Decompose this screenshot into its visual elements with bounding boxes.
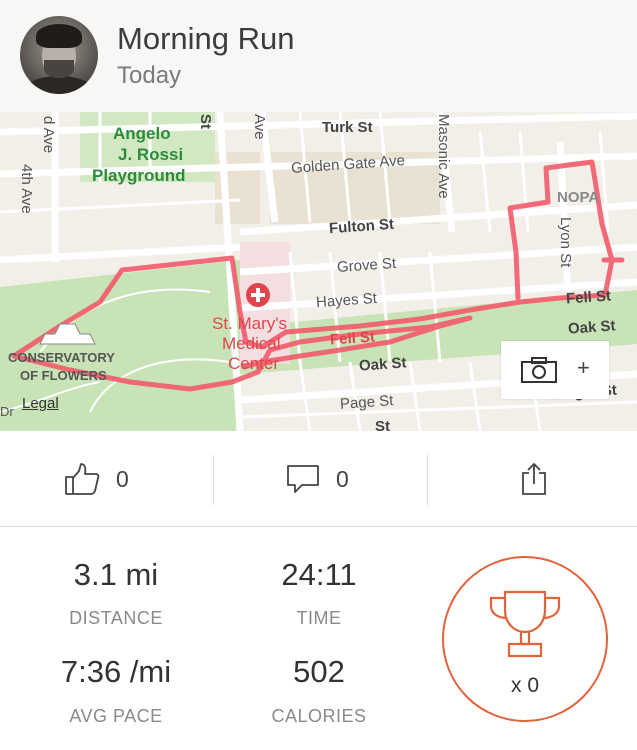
plus-icon: + — [577, 355, 590, 380]
distance-label: DISTANCE — [69, 608, 163, 628]
map-label-masonic: Masonic Ave — [435, 114, 452, 199]
achievements-button[interactable]: x 0 — [442, 556, 608, 722]
share-button[interactable] — [521, 461, 547, 497]
activity-date: Today — [117, 62, 182, 89]
activity-title: Morning Run — [117, 21, 295, 56]
map-label-turk: Turk St — [322, 119, 373, 136]
map-label-nopa: NOPA — [557, 189, 600, 206]
add-photo-button[interactable]: + — [501, 341, 609, 399]
map-label-conservatory-2: OF FLOWERS — [20, 368, 107, 383]
share-icon — [522, 462, 546, 495]
avatar[interactable] — [20, 16, 98, 94]
map-label-hospital-3: Center — [228, 354, 280, 373]
map-label-fell-right: Fell St — [565, 287, 612, 308]
actions-divider-2 — [427, 455, 428, 505]
thumbs-up-icon — [65, 463, 100, 495]
map-label-fell-left: Fell St — [329, 328, 376, 349]
calories-label: CALORIES — [271, 706, 367, 726]
actions-bar: 0 0 — [0, 431, 637, 527]
map-label-oak-right: Oak St — [567, 317, 617, 338]
avatar-shoulders — [24, 76, 94, 94]
map-legal-link[interactable]: Legal — [22, 395, 59, 412]
map-label-d-ave: d Ave — [40, 116, 57, 154]
map-label-lyon: Lyon St — [557, 217, 574, 268]
map-label-playground-1: Angelo — [113, 124, 171, 143]
map-label-oak-center: Oak St — [358, 354, 408, 375]
route-map[interactable]: d Ave 4th Ave Angelo J. Rossi Playground… — [0, 112, 637, 431]
trophy-icon — [489, 590, 561, 658]
kudos-button[interactable]: 0 — [64, 461, 129, 497]
map-label-4th-ave: 4th Ave — [18, 164, 35, 214]
map-label-st: St — [197, 114, 214, 129]
camera-icon — [521, 357, 557, 383]
avatar-hair — [36, 24, 82, 48]
achievements-count: x 0 — [510, 674, 539, 697]
map-label-hospital-2: Medical — [222, 334, 281, 353]
comments-button[interactable]: 0 — [286, 461, 349, 497]
activity-header: Morning Run Today — [0, 0, 637, 112]
map-label-st-partial: St — [375, 418, 390, 431]
map-label-playground-3: Playground — [92, 166, 186, 185]
avatar-beard — [44, 60, 74, 78]
pace-label: AVG PACE — [69, 706, 163, 726]
pace-value: 7:36 /mi — [60, 654, 172, 689]
comment-icon — [287, 465, 319, 493]
time-label: TIME — [296, 608, 342, 628]
map-label-ave: Ave — [251, 114, 268, 140]
map-label-dr: Dr — [0, 404, 14, 419]
calories-value: 502 — [293, 654, 345, 689]
comments-count: 0 — [336, 465, 349, 492]
actions-divider-1 — [213, 455, 214, 505]
map-label-playground-2: J. Rossi — [118, 145, 184, 164]
map-label-conservatory-1: CONSERVATORY — [8, 350, 115, 365]
time-value: 24:11 — [281, 557, 357, 592]
map-label-hospital-1: St. Mary's — [212, 314, 288, 333]
distance-value: 3.1 mi — [73, 557, 159, 592]
kudos-count: 0 — [116, 465, 129, 492]
